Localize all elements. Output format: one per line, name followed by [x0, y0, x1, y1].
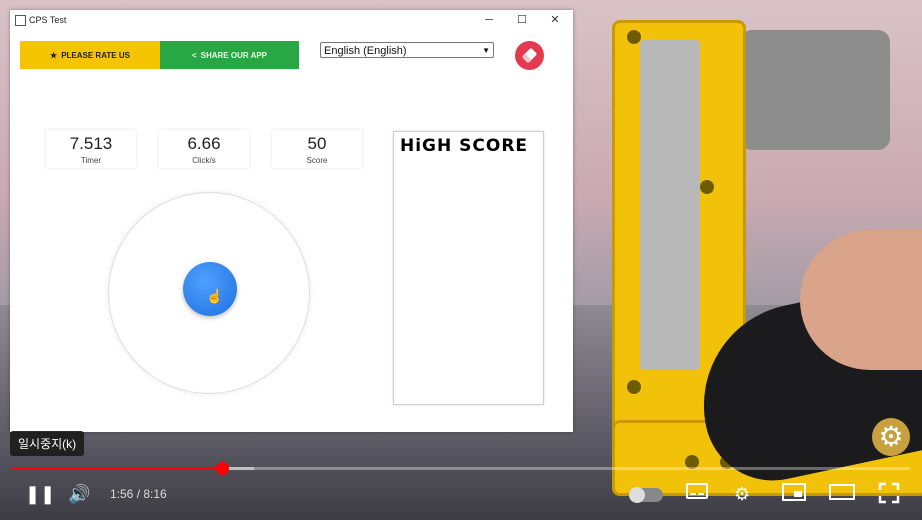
fullscreen-icon[interactable]	[878, 482, 900, 509]
pause-icon[interactable]: ❚❚	[25, 484, 55, 505]
rate-us-label: PLEASE RATE US	[61, 50, 130, 60]
score-label: Score	[306, 156, 328, 165]
video-lego-hole	[700, 180, 714, 194]
maximize-button[interactable]: ☐	[506, 10, 538, 30]
settings-gear-icon[interactable]: ⚙	[734, 484, 750, 505]
eraser-icon[interactable]	[515, 41, 544, 70]
video-lego-hole	[627, 30, 641, 44]
cps-test-window: CPS Test ─ ☐ ✕ ★ PLEASE RATE US < SHARE …	[10, 10, 573, 432]
pause-tooltip: 일시중지(k)	[10, 431, 85, 456]
subtitles-icon[interactable]	[686, 482, 708, 505]
high-score-panel: HiGH SCORE	[393, 131, 544, 405]
chevron-down-icon: ▼	[482, 46, 490, 55]
video-lego-hole	[627, 380, 641, 394]
high-score-title: HiGH SCORE	[400, 136, 529, 156]
autoplay-knob	[629, 487, 645, 503]
language-selected-value: English (English)	[324, 45, 407, 57]
click-button[interactable]: ☝	[183, 262, 237, 316]
hand-cursor-icon: ☝	[206, 288, 224, 304]
close-button[interactable]: ✕	[539, 10, 571, 30]
player-controls: ❚❚ 🔊 1:56 / 8:16 ⚙	[0, 474, 922, 520]
volume-icon[interactable]: 🔊	[68, 484, 90, 505]
progress-bar[interactable]	[12, 462, 910, 475]
cps-label: Click/s	[192, 156, 216, 165]
language-select[interactable]: English (English) ▼	[320, 42, 494, 58]
score-stat: 50 Score	[272, 130, 362, 168]
timer-value: 7.513	[69, 134, 113, 153]
time-display: 1:56 / 8:16	[110, 487, 167, 501]
timer-stat: 7.513 Timer	[46, 130, 136, 168]
channel-gear-icon[interactable]: ⚙	[872, 418, 910, 456]
current-time: 1:56	[110, 487, 134, 501]
rate-us-button[interactable]: ★ PLEASE RATE US	[20, 41, 160, 69]
star-icon: ★	[50, 50, 58, 60]
minimize-button[interactable]: ─	[473, 10, 505, 30]
window-title: CPS Test	[29, 15, 67, 25]
share-app-button[interactable]: < SHARE OUR APP	[160, 41, 299, 69]
miniplayer-icon[interactable]	[782, 483, 806, 506]
timer-label: Timer	[80, 156, 102, 165]
cps-value: 6.66	[187, 134, 221, 153]
video-lego-beam	[640, 40, 700, 370]
duration: 8:16	[143, 487, 167, 501]
time-separator: /	[133, 487, 144, 501]
window-titlebar: CPS Test ─ ☐ ✕	[10, 10, 573, 30]
theater-mode-icon[interactable]	[829, 484, 855, 505]
progress-played	[12, 467, 223, 470]
share-app-label: SHARE OUR APP	[200, 50, 268, 60]
score-value: 50	[307, 134, 327, 153]
clicks-per-second-stat: 6.66 Click/s	[159, 130, 249, 168]
share-icon: <	[191, 50, 197, 60]
app-icon	[15, 15, 26, 26]
video-motor	[740, 30, 890, 150]
autoplay-toggle[interactable]	[629, 487, 663, 503]
